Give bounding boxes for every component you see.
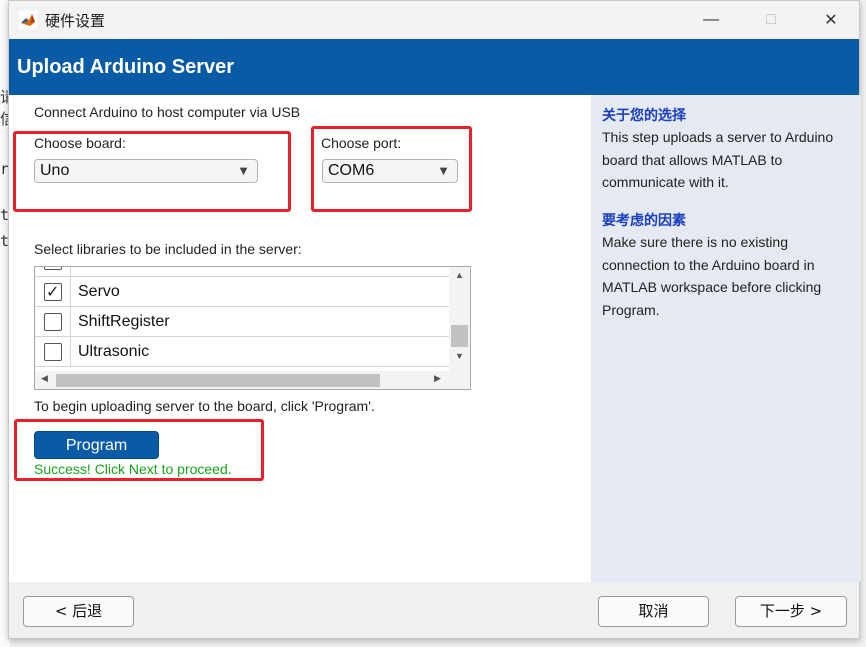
scroll-down-icon[interactable]: ▼	[455, 351, 464, 361]
list-item[interactable]: ShiftRegister	[35, 306, 449, 336]
minimize-icon: —	[703, 11, 719, 28]
help-text-considerations: Make sure there is no existing connectio…	[602, 234, 822, 318]
library-label: Ultrasonic	[78, 343, 150, 360]
scroll-up-icon[interactable]: ▲	[455, 270, 464, 280]
libraries-label: Select libraries to be included in the s…	[34, 241, 302, 257]
matlab-icon	[19, 11, 37, 29]
list-item[interactable]	[35, 267, 449, 276]
scroll-right-icon[interactable]: ▶	[434, 373, 441, 384]
close-button[interactable]: ✕	[801, 1, 861, 39]
library-label: Servo	[78, 283, 120, 300]
checkbox[interactable]	[44, 313, 62, 331]
connect-instruction: Connect Arduino to host computer via USB	[34, 104, 301, 120]
step-header: Upload Arduino Server	[9, 39, 859, 95]
title-bar[interactable]: 硬件设置 — □ ✕	[9, 1, 859, 39]
help-heading-selection: 关于您的选择	[602, 108, 686, 124]
window-title: 硬件设置	[45, 12, 106, 30]
help-panel: 关于您的选择 This step uploads a server to Ard…	[591, 95, 861, 582]
list-item[interactable]: Ultrasonic	[35, 336, 449, 366]
checkmark-icon: ✓	[46, 284, 60, 301]
vertical-scrollbar[interactable]: ▲ ▼	[449, 267, 470, 371]
highlight-port-box	[311, 126, 472, 212]
highlight-program-box	[14, 419, 264, 481]
upload-hint: To begin uploading server to the board, …	[34, 398, 375, 414]
libraries-list[interactable]: ✓ Servo ShiftRegister Ultrasonic ▲ ▼ ◀ ▶	[34, 266, 471, 390]
maximize-button[interactable]: □	[741, 1, 801, 39]
cancel-button[interactable]: 取消	[598, 596, 709, 627]
page-title: Upload Arduino Server	[17, 56, 235, 78]
hardware-setup-dialog: 硬件设置 — □ ✕ Upload Arduino Server Connect…	[8, 0, 861, 639]
library-label: ShiftRegister	[78, 313, 170, 330]
highlight-board-box	[13, 131, 291, 212]
main-panel: Connect Arduino to host computer via USB…	[9, 95, 591, 582]
help-text-selection: This step uploads a server to Arduino bo…	[602, 129, 834, 190]
list-item[interactable]: ✓ Servo	[35, 276, 449, 306]
checkbox[interactable]	[44, 343, 62, 361]
maximize-icon: □	[766, 11, 776, 28]
scroll-thumb[interactable]	[451, 325, 468, 347]
checkbox[interactable]	[44, 267, 62, 270]
scroll-left-icon[interactable]: ◀	[41, 373, 48, 384]
horizontal-scrollbar[interactable]: ◀ ▶	[35, 371, 470, 389]
next-button[interactable]: 下一步 >	[735, 596, 847, 627]
close-icon: ✕	[824, 12, 838, 29]
scroll-thumb[interactable]	[56, 374, 380, 387]
checkbox[interactable]: ✓	[44, 283, 62, 301]
minimize-button[interactable]: —	[681, 1, 741, 39]
help-heading-considerations: 要考虑的因素	[602, 213, 686, 229]
back-button[interactable]: < 后退	[23, 596, 134, 627]
